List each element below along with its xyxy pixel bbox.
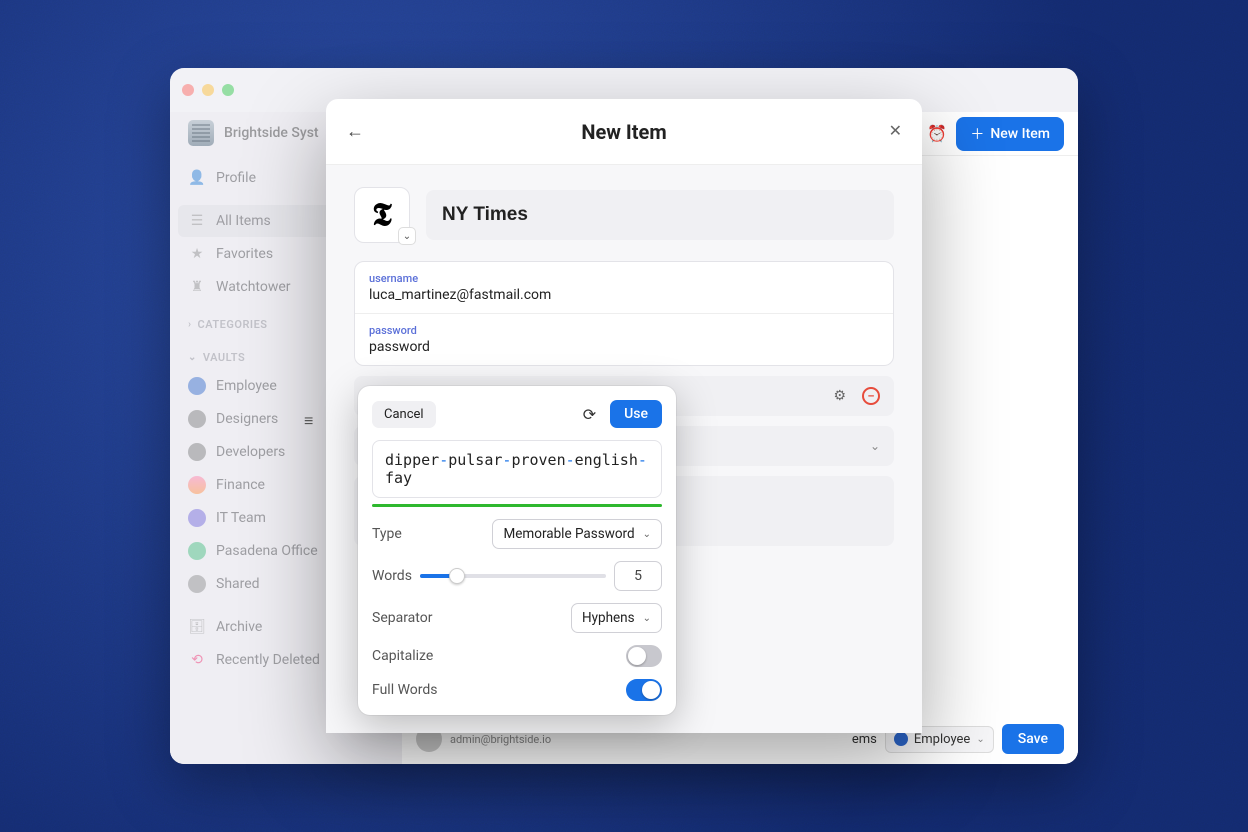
generated-password-display[interactable]: dipper-pulsar-proven-english-fay	[372, 440, 662, 498]
vault-icon	[188, 575, 206, 593]
generator-type-row: Type Memorable Password ⌄	[372, 519, 662, 549]
notifications-icon[interactable]: ⏰	[926, 123, 948, 145]
item-icon-picker[interactable]: 𝕿 ⌄	[354, 187, 410, 243]
star-icon: ★	[188, 245, 206, 263]
modal-title: New Item	[581, 120, 666, 144]
words-count-input[interactable]: 5	[614, 561, 662, 591]
password-field[interactable]: password password	[355, 314, 893, 365]
sidebar-label: Profile	[216, 170, 256, 186]
generator-separator-row: Separator Hyphens ⌄	[372, 603, 662, 633]
modal-close-button[interactable]: ✕	[889, 121, 902, 140]
generator-cancel-button[interactable]: Cancel	[372, 401, 436, 428]
vault-icon	[188, 476, 206, 494]
chevron-down-icon: ⌄	[976, 734, 984, 745]
window-minimize-icon[interactable]	[202, 84, 214, 96]
chevron-down-icon: ⌄	[870, 439, 880, 453]
generator-words-row: Words 5	[372, 561, 662, 591]
capitalize-toggle[interactable]	[626, 645, 662, 667]
traffic-lights	[182, 84, 234, 96]
generator-fullwords-row: Full Words	[372, 679, 662, 701]
plus-icon: ＋	[970, 124, 984, 144]
sidebar-label: All Items	[216, 213, 271, 229]
fullwords-toggle[interactable]	[626, 679, 662, 701]
profile-icon: 👤	[188, 169, 206, 187]
chevron-down-icon: ⌄	[643, 613, 651, 624]
chevron-down-icon: ⌄	[643, 529, 651, 540]
vault-icon	[188, 542, 206, 560]
all-items-icon: ☰	[188, 212, 206, 230]
new-item-button[interactable]: ＋ New Item	[956, 117, 1064, 151]
watchtower-icon: ♜	[188, 278, 206, 296]
vault-icon	[188, 410, 206, 428]
footer-subtext: admin@brightside.io	[450, 733, 551, 746]
org-icon	[188, 120, 214, 146]
archive-icon: 🗄	[188, 618, 206, 636]
sidebar-label: Favorites	[216, 246, 273, 262]
password-strength-bar	[372, 504, 662, 507]
password-generator-popover: Cancel ⟳ Use dipper-pulsar-proven-englis…	[358, 386, 676, 715]
modal-header: ← New Item ✕	[326, 99, 922, 165]
refresh-icon[interactable]: ⟳	[583, 405, 596, 424]
generator-capitalize-row: Capitalize	[372, 645, 662, 667]
words-slider[interactable]	[420, 574, 606, 578]
drag-handle-icon[interactable]: ≡	[304, 411, 313, 431]
item-title-input[interactable]	[426, 190, 894, 240]
vault-icon	[188, 377, 206, 395]
sidebar-label: Watchtower	[216, 279, 291, 295]
chevron-down-icon: ⌄	[188, 352, 197, 363]
chevron-down-icon[interactable]: ⌄	[398, 227, 416, 245]
chevron-right-icon: ›	[188, 319, 192, 330]
remove-icon[interactable]: –	[862, 387, 880, 405]
vault-icon	[188, 509, 206, 527]
window-close-icon[interactable]	[182, 84, 194, 96]
vault-icon	[894, 732, 908, 746]
generator-use-button[interactable]: Use	[610, 400, 662, 428]
trash-icon: ⟲	[188, 651, 206, 669]
username-field[interactable]: username luca_martinez@fastmail.com	[355, 262, 893, 314]
settings-icon[interactable]: ⚙	[833, 388, 846, 404]
window-zoom-icon[interactable]	[222, 84, 234, 96]
save-button[interactable]: Save	[1002, 724, 1064, 754]
footer-org-label: ems	[852, 732, 877, 747]
separator-select[interactable]: Hyphens ⌄	[571, 603, 662, 633]
vault-icon	[188, 443, 206, 461]
org-name: Brightside Syst	[224, 125, 319, 141]
modal-back-button[interactable]: ←	[346, 121, 364, 142]
credential-fields: username luca_martinez@fastmail.com pass…	[354, 261, 894, 366]
generator-type-select[interactable]: Memorable Password ⌄	[492, 519, 662, 549]
